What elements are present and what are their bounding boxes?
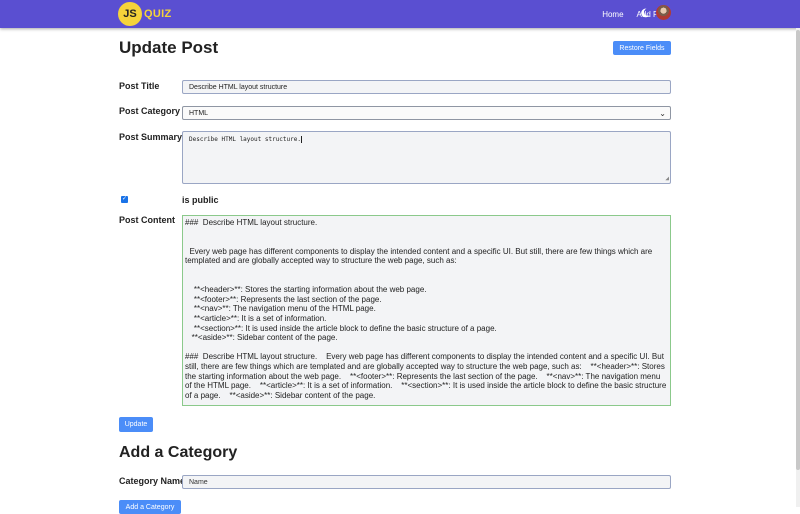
chevron-down-icon: ⌄ xyxy=(659,109,666,118)
add-category-button[interactable]: Add a Category xyxy=(119,500,181,514)
avatar[interactable] xyxy=(656,5,671,20)
post-content-editor[interactable]: ### Describe HTML layout structure. Ever… xyxy=(182,215,671,406)
resize-handle-icon[interactable]: ◢ xyxy=(665,175,669,182)
post-summary-label: Post Summary xyxy=(119,132,183,142)
category-name-label: Category Name xyxy=(119,476,186,486)
post-category-select[interactable]: HTML ⌄ xyxy=(182,106,671,120)
post-title-label: Post Title xyxy=(119,81,160,91)
category-name-placeholder: Name xyxy=(189,478,208,486)
post-summary-value: Describe HTML layout structure. xyxy=(189,136,301,143)
is-public-label: is public xyxy=(182,195,219,205)
scrollbar-thumb[interactable] xyxy=(796,30,800,470)
logo-text: QUIZ xyxy=(144,8,172,20)
page-title: Update Post xyxy=(119,38,219,57)
post-title-input[interactable]: Describe HTML layout structure xyxy=(182,80,671,94)
moon-icon[interactable] xyxy=(640,8,650,18)
text-cursor: ​ xyxy=(300,136,302,143)
logo-badge: JS xyxy=(118,2,142,26)
post-content-label: Post Content xyxy=(119,215,175,225)
navbar: JS QUIZ Home Add Post xyxy=(0,0,800,28)
logo[interactable]: JS QUIZ xyxy=(118,2,171,26)
restore-fields-button[interactable]: Restore Fields xyxy=(613,41,671,55)
nav-home-link[interactable]: Home xyxy=(602,10,623,19)
post-title-value: Describe HTML layout structure xyxy=(189,83,288,91)
post-summary-textarea[interactable]: Describe HTML layout structure.​ ◢ xyxy=(182,131,671,184)
is-public-checkbox[interactable]: ✓ xyxy=(121,196,128,203)
post-category-value: HTML xyxy=(189,109,209,117)
category-name-input[interactable]: Name xyxy=(182,475,671,489)
add-category-heading: Add a Category xyxy=(119,444,238,461)
post-category-label: Post Category xyxy=(119,106,181,116)
update-button[interactable]: Update xyxy=(119,417,153,432)
